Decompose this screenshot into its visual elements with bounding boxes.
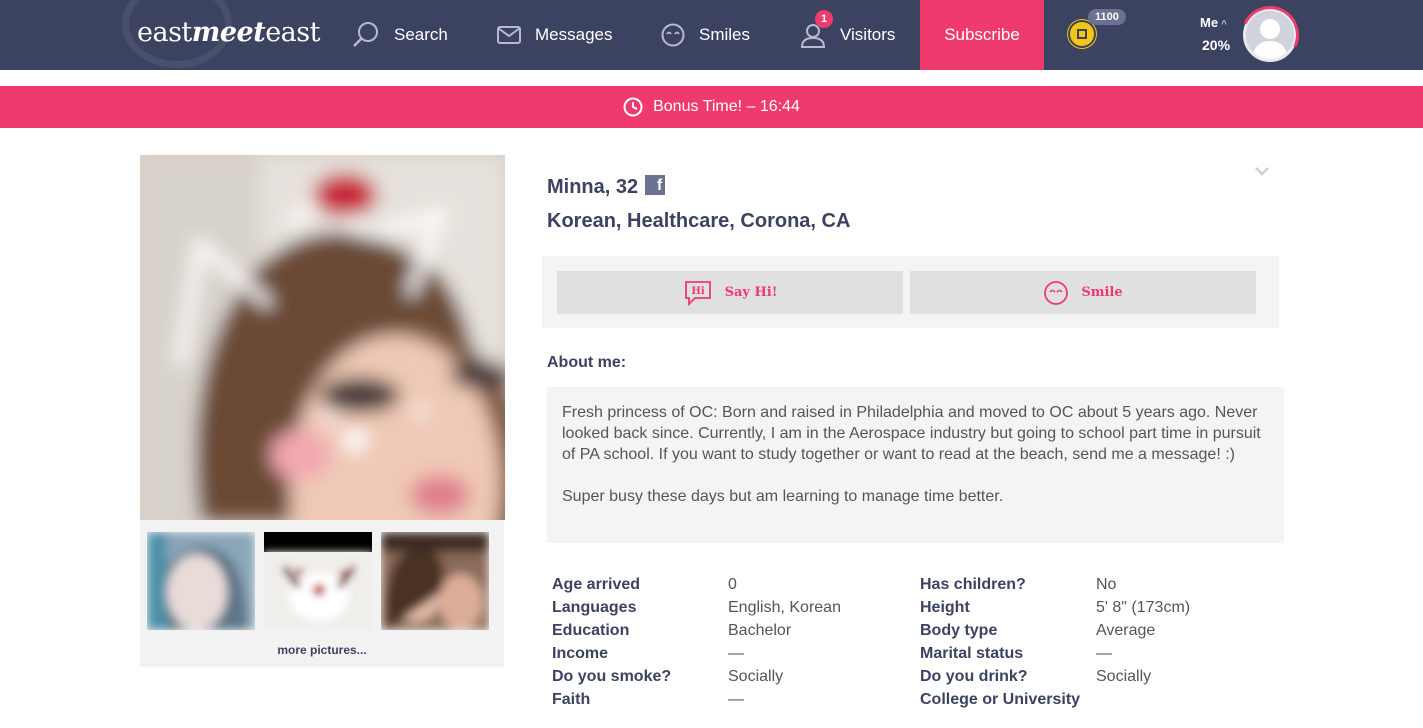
- main-profile-photo[interactable]: [140, 155, 505, 520]
- detail-row: Body type Average: [920, 619, 1190, 642]
- about-me-paragraph: Fresh princess of OC: Born and raised in…: [562, 404, 1261, 463]
- nav-search[interactable]: Search: [352, 0, 448, 70]
- detail-value: Bachelor: [728, 621, 792, 639]
- detail-row: College or University: [920, 688, 1190, 711]
- facebook-icon: f: [645, 174, 666, 195]
- speech-bubble-hi-icon: Hi: [684, 280, 711, 306]
- detail-label: Education: [552, 621, 630, 639]
- detail-label: Faith: [552, 690, 591, 708]
- say-hi-label: Say Hi!: [724, 285, 778, 300]
- profile-name: Minna, 32: [547, 176, 639, 198]
- detail-row: Has children? No: [920, 573, 1190, 596]
- profile-details-left: Age arrived 0 Languages English, Korean Ed…: [552, 573, 841, 711]
- default-avatar-icon: [1252, 19, 1288, 59]
- clock-icon: [623, 97, 643, 117]
- bonus-time-banner: Bonus Time! – 16:44: [0, 86, 1423, 128]
- thumbnail-image: [147, 532, 255, 630]
- smile-face-icon: [661, 23, 685, 47]
- detail-row: Education Bachelor: [552, 619, 841, 642]
- detail-label: Height: [920, 598, 970, 616]
- detail-value: —: [1096, 644, 1112, 662]
- smile-face-icon: [1044, 280, 1069, 305]
- hi-icon-text: Hi: [691, 286, 704, 297]
- caret-up-icon: ^: [1221, 19, 1227, 30]
- photo-thumbnail[interactable]: [147, 532, 255, 630]
- detail-label: Do you drink?: [920, 667, 1028, 685]
- detail-row: Income —: [552, 642, 841, 665]
- detail-label: Languages: [552, 598, 637, 616]
- detail-value: —: [728, 690, 744, 708]
- nav-visitors[interactable]: Visitors: [800, 0, 895, 70]
- me-menu-toggle[interactable]: Me ^: [1200, 15, 1227, 30]
- photo-thumbnail[interactable]: [381, 532, 489, 630]
- logo-text-meet: meet: [191, 17, 266, 48]
- say-hi-button[interactable]: Hi Say Hi!: [557, 271, 903, 314]
- nav-messages-label: Messages: [535, 25, 613, 44]
- nav-visitors-label: Visitors: [840, 25, 896, 44]
- smile-label: Smile: [1081, 285, 1123, 300]
- detail-row: Height 5' 8" (173cm): [920, 596, 1190, 619]
- detail-value: Average: [1096, 621, 1156, 639]
- detail-value: Socially: [728, 667, 784, 685]
- detail-row: Faith —: [552, 688, 841, 711]
- site-logo[interactable]: eastmeeteast: [137, 17, 320, 48]
- subscribe-button[interactable]: Subscribe: [920, 0, 1044, 70]
- profile-subtitle: Korean, Healthcare, Corona, CA: [547, 210, 851, 232]
- detail-row: Marital status —: [920, 642, 1190, 665]
- profile-details-right: Has children? No Height 5' 8" (173cm) Body…: [920, 573, 1190, 711]
- envelope-icon: [497, 26, 521, 44]
- profile-photo-image: [140, 155, 505, 520]
- thumbnail-image: [381, 532, 489, 630]
- detail-label: Body type: [920, 621, 998, 639]
- detail-label: Income: [552, 644, 609, 662]
- coin-balance: 1100: [1088, 9, 1126, 25]
- me-label: Me: [1200, 15, 1219, 30]
- detail-label: Do you smoke?: [552, 667, 672, 685]
- nav-messages[interactable]: Messages: [497, 0, 612, 70]
- detail-value: No: [1096, 575, 1117, 593]
- user-avatar[interactable]: [1243, 8, 1297, 62]
- detail-row: Age arrived 0: [552, 573, 841, 596]
- nav-search-label: Search: [394, 25, 448, 44]
- logo-text-east: east: [137, 17, 192, 48]
- detail-row: Do you smoke? Socially: [552, 665, 841, 688]
- photo-thumbnail[interactable]: [264, 532, 372, 630]
- bonus-time-text: Bonus Time! – 16:44: [653, 98, 800, 115]
- about-me-text-box: Fresh princess of OC: Born and raised in…: [547, 387, 1284, 543]
- profile-completion-percent: 20%: [1202, 37, 1231, 53]
- nav-smiles-label: Smiles: [699, 25, 751, 44]
- detail-value: —: [728, 644, 744, 662]
- detail-value: Socially: [1096, 667, 1152, 685]
- about-me-paragraph: Super busy these days but am learning to…: [562, 488, 1004, 505]
- logo-text-east-2: east: [265, 17, 320, 48]
- detail-label: Marital status: [920, 644, 1024, 662]
- detail-label: Has children?: [920, 575, 1026, 593]
- about-me-heading: About me:: [547, 354, 627, 371]
- search-icon: [353, 22, 378, 47]
- visitors-count-badge: 1: [815, 10, 833, 28]
- detail-row: Languages English, Korean: [552, 596, 841, 619]
- chevron-down-icon[interactable]: [1254, 162, 1270, 181]
- detail-label: Age arrived: [552, 575, 641, 593]
- more-pictures-link[interactable]: more pictures...: [140, 643, 504, 657]
- smile-button[interactable]: Smile: [910, 271, 1256, 314]
- detail-value: 5' 8" (173cm): [1096, 598, 1191, 616]
- detail-row: Do you drink? Socially: [920, 665, 1190, 688]
- thumbnail-image: [264, 532, 372, 630]
- detail-value: English, Korean: [728, 598, 841, 616]
- detail-label: College or University: [920, 690, 1081, 708]
- nav-smiles[interactable]: Smiles: [661, 0, 750, 70]
- profile-name-age: Minna, 32 f: [547, 174, 666, 199]
- detail-value: 0: [728, 575, 737, 593]
